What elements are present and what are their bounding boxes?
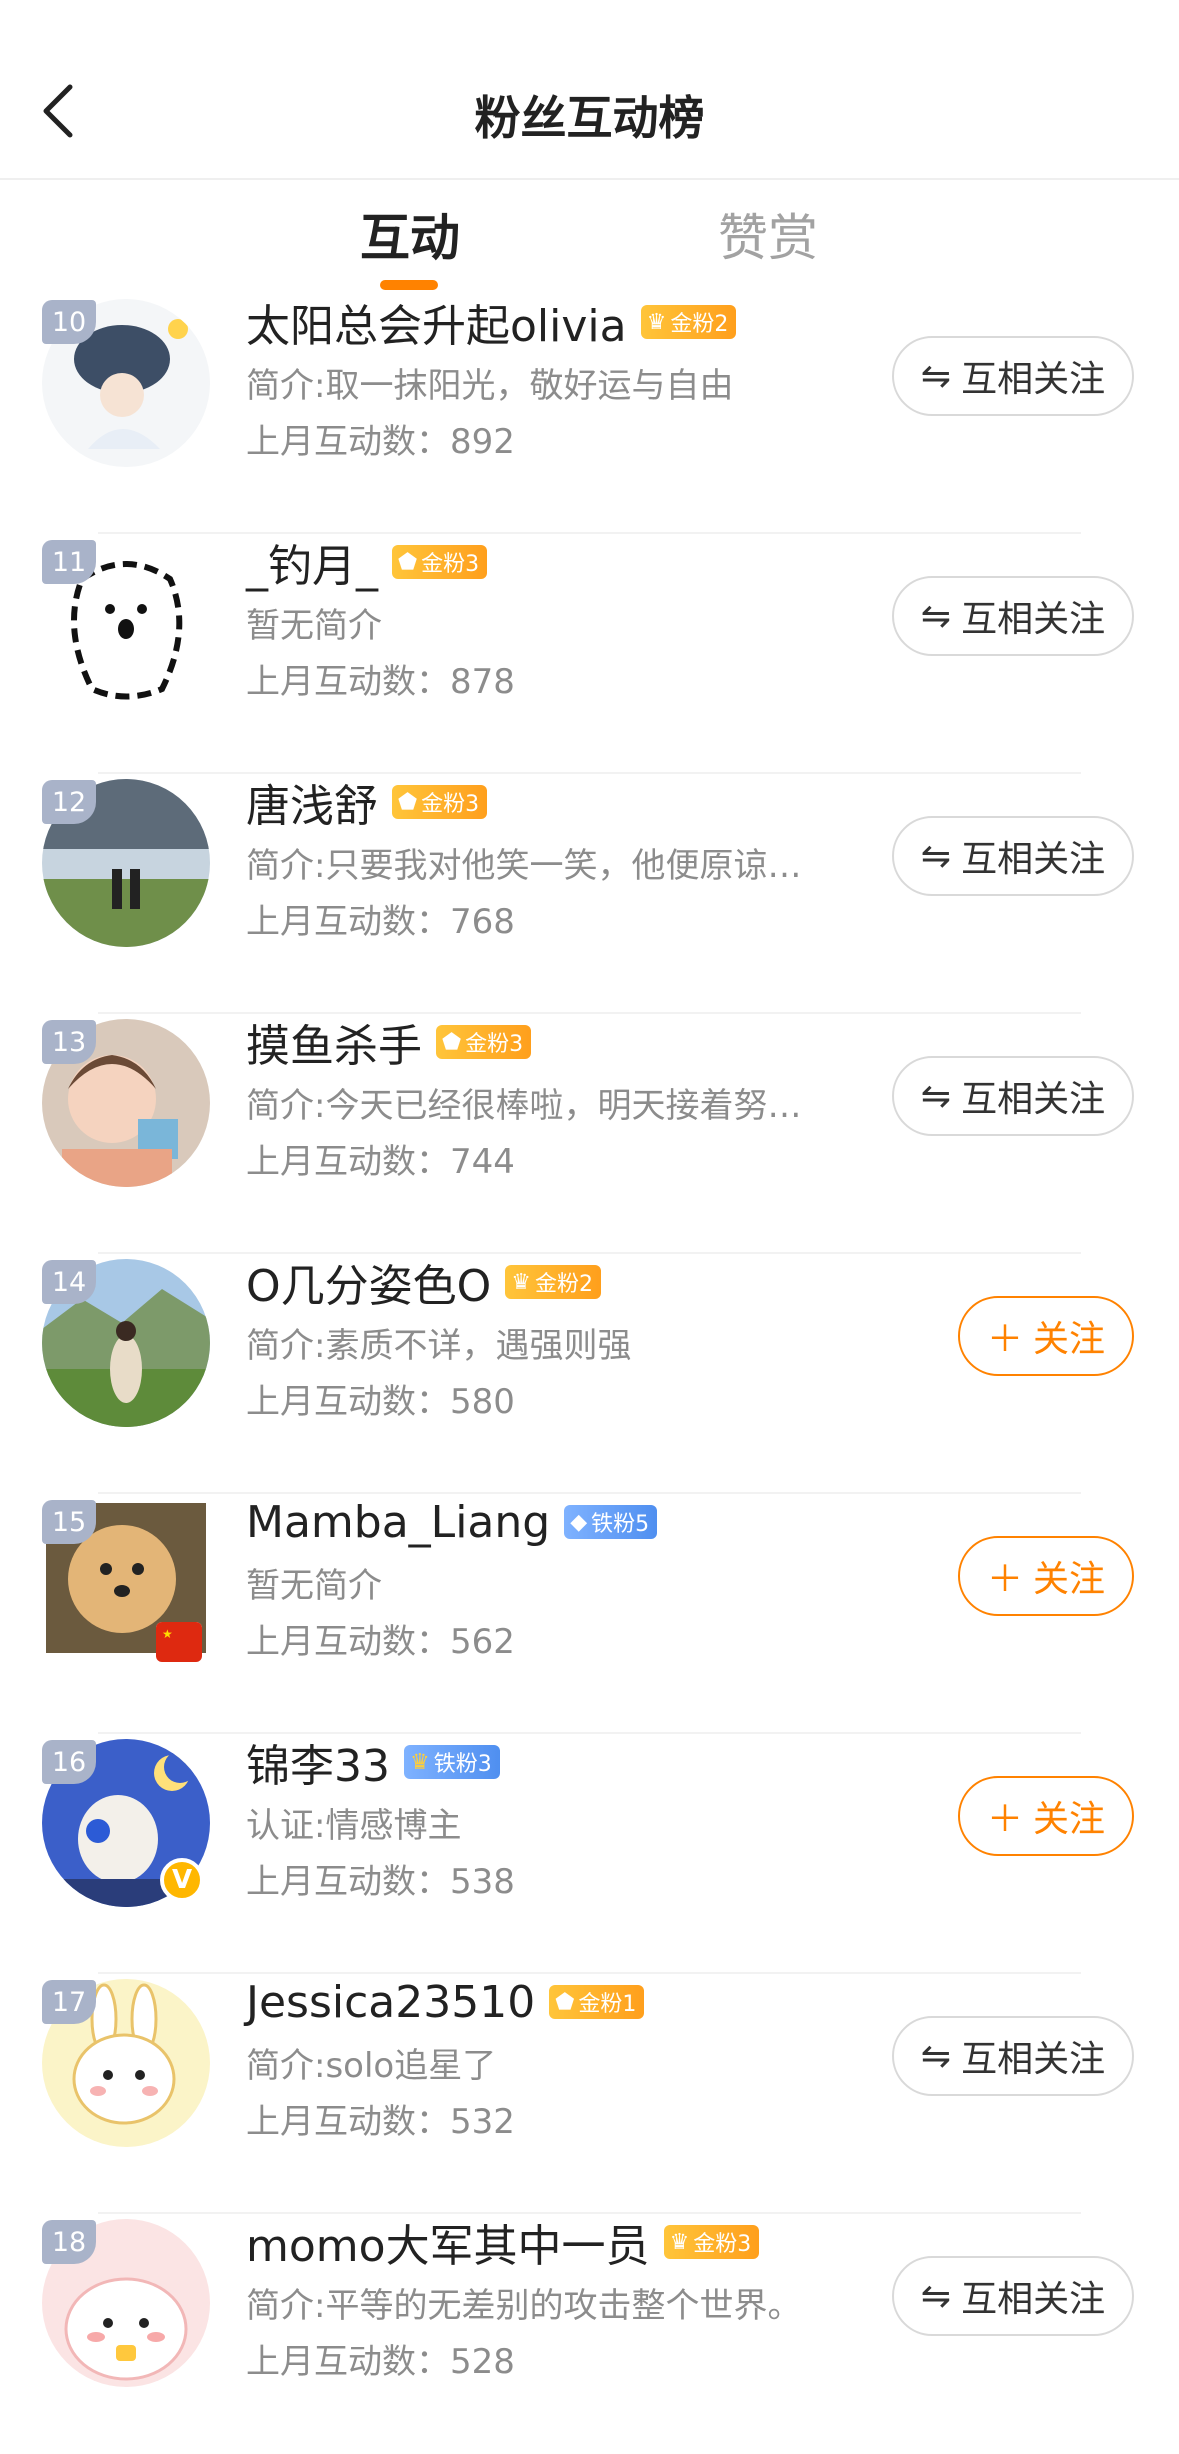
list-item[interactable]: 17 Jessica23510 ⬟ 金粉1 简介:solo追星了 上月互动数：5… [0, 1974, 1179, 2214]
fan-bio: 简介:平等的无差别的攻击整个世界。 [246, 2286, 802, 2326]
fan-name[interactable]: 太阳总会升起olivia [246, 290, 627, 354]
rank-badge: 17 [42, 1980, 96, 2024]
gem-icon: ⬟ [398, 549, 418, 575]
fan-name[interactable]: Mamba_Liang [246, 1497, 550, 1548]
active-tab-indicator [380, 280, 438, 290]
fan-bio: 认证:情感博主 [246, 1806, 462, 1846]
top-bar: 粉丝互动榜 [0, 0, 1179, 180]
rank-badge: 15 [42, 1500, 96, 1544]
interaction-count: 上月互动数：532 [246, 2102, 515, 2142]
fan-name[interactable]: 锦李33 [246, 1730, 390, 1794]
mutual-follow-button[interactable]: ⇋ 互相关注 [892, 1056, 1134, 1136]
fan-ranking-list: 10 太阳总会升起olivia ♛ 金粉2 简介:取一抹阳光，敬好运与自由 上月… [0, 294, 1179, 2454]
swap-arrows-icon: ⇋ [920, 2275, 952, 2317]
crown-icon: ♛ [410, 1749, 430, 1775]
rank-badge: 13 [42, 1020, 96, 1064]
mutual-follow-button[interactable]: ⇋ 互相关注 [892, 336, 1134, 416]
fan-bio: 简介:只要我对他笑一笑，他便原谅… [246, 846, 802, 886]
fan-name[interactable]: _钓月_ [246, 530, 378, 594]
rank-badge: 14 [42, 1260, 96, 1304]
crown-icon: ♛ [646, 309, 667, 335]
plus-icon: ＋ [986, 1319, 1023, 1360]
fan-level-badge[interactable]: ♛ 金粉2 [505, 1265, 601, 1299]
interaction-count: 上月互动数：538 [246, 1862, 515, 1902]
page-title: 粉丝互动榜 [474, 91, 705, 145]
interaction-count: 上月互动数：562 [246, 1622, 515, 1662]
fan-level-badge[interactable]: ♛ 金粉3 [663, 2225, 760, 2259]
follow-button[interactable]: ＋ 关注 [958, 1296, 1134, 1376]
crown-icon: ♛ [669, 2229, 690, 2255]
fan-bio: 简介:今天已经很棒啦，明天接着努… [246, 1086, 802, 1126]
fan-level-badge[interactable]: ♛ 金粉2 [640, 305, 737, 339]
verified-icon: V [160, 1858, 204, 1902]
fan-bio: 简介:取一抹阳光，敬好运与自由 [246, 366, 734, 406]
fan-name[interactable]: momo大军其中一员 [246, 2210, 650, 2274]
interaction-count: 上月互动数：768 [246, 902, 515, 942]
interaction-count: 上月互动数：580 [246, 1382, 515, 1422]
fan-level-badge[interactable]: ⬟ 金粉1 [549, 1985, 645, 2019]
rank-badge: 16 [42, 1740, 96, 1784]
fan-bio: 暂无简介 [246, 606, 382, 646]
rank-badge: 12 [42, 780, 96, 824]
follow-button[interactable]: ＋ 关注 [958, 1776, 1134, 1856]
tab-interaction[interactable]: 互动 [360, 198, 460, 270]
list-item[interactable]: ★ 15 Mamba_Liang ◆ 铁粉5 暂无简介 上月互动数：562 ＋ … [0, 1494, 1179, 1734]
fan-name[interactable]: O几分姿色O [246, 1250, 491, 1314]
fan-bio: 简介:素质不详，遇强则强 [246, 1326, 632, 1366]
interaction-count: 上月互动数：892 [246, 422, 515, 462]
rank-badge: 10 [42, 300, 96, 344]
fan-bio: 简介:solo追星了 [246, 2046, 497, 2086]
list-item[interactable]: 10 太阳总会升起olivia ♛ 金粉2 简介:取一抹阳光，敬好运与自由 上月… [0, 294, 1179, 534]
list-item[interactable]: V 16 锦李33 ♛ 铁粉3 认证:情感博主 上月互动数：538 ＋ 关注 [0, 1734, 1179, 1974]
list-item[interactable]: 13 摸鱼杀手 ⬟ 金粉3 简介:今天已经很棒啦，明天接着努… 上月互动数：74… [0, 1014, 1179, 1254]
crown-icon: ♛ [511, 1269, 531, 1295]
tab-appreciation[interactable]: 赞赏 [718, 198, 818, 270]
mutual-follow-button[interactable]: ⇋ 互相关注 [892, 2256, 1134, 2336]
interaction-count: 上月互动数：744 [246, 1142, 515, 1182]
list-item[interactable]: 18 momo大军其中一员 ♛ 金粉3 简介:平等的无差别的攻击整个世界。 上月… [0, 2214, 1179, 2454]
interaction-count: 上月互动数：528 [246, 2342, 515, 2382]
plus-icon: ＋ [986, 1559, 1023, 1600]
fan-bio: 暂无简介 [246, 1566, 382, 1606]
tab-bar: 互动 赞赏 [0, 180, 1179, 292]
gem-icon: ⬟ [442, 1029, 462, 1055]
swap-arrows-icon: ⇋ [920, 355, 952, 397]
follow-button[interactable]: ＋ 关注 [958, 1536, 1134, 1616]
list-item[interactable]: 14 O几分姿色O ♛ 金粉2 简介:素质不详，遇强则强 上月互动数：580 ＋… [0, 1254, 1179, 1494]
fan-name[interactable]: 唐浅舒 [246, 770, 378, 834]
fan-level-badge[interactable]: ♛ 铁粉3 [404, 1745, 500, 1779]
fan-name[interactable]: 摸鱼杀手 [246, 1010, 422, 1074]
interaction-count: 上月互动数：878 [246, 662, 515, 702]
swap-arrows-icon: ⇋ [920, 2035, 952, 2077]
gem-icon: ⬟ [555, 1989, 575, 2015]
diamond-icon: ◆ [570, 1509, 588, 1535]
mutual-follow-button[interactable]: ⇋ 互相关注 [892, 2016, 1134, 2096]
rank-badge: 18 [42, 2220, 96, 2264]
mutual-follow-button[interactable]: ⇋ 互相关注 [892, 576, 1134, 656]
fan-level-badge[interactable]: ⬟ 金粉3 [392, 785, 488, 819]
rank-badge: 11 [42, 540, 96, 584]
swap-arrows-icon: ⇋ [920, 1075, 952, 1117]
swap-arrows-icon: ⇋ [920, 595, 952, 637]
svg-text:★: ★ [162, 1627, 173, 1641]
list-item[interactable]: 12 唐浅舒 ⬟ 金粉3 简介:只要我对他笑一笑，他便原谅… 上月互动数：768… [0, 774, 1179, 1014]
fan-level-badge[interactable]: ◆ 铁粉5 [564, 1505, 658, 1539]
gem-icon: ⬟ [398, 789, 418, 815]
mutual-follow-button[interactable]: ⇋ 互相关注 [892, 816, 1134, 896]
swap-arrows-icon: ⇋ [920, 835, 952, 877]
fan-level-badge[interactable]: ⬟ 金粉3 [392, 545, 488, 579]
plus-icon: ＋ [986, 1799, 1023, 1840]
fan-name[interactable]: Jessica23510 [246, 1977, 535, 2028]
list-item[interactable]: 11 _钓月_ ⬟ 金粉3 暂无简介 上月互动数：878 ⇋ 互相关注 [0, 534, 1179, 774]
fan-level-badge[interactable]: ⬟ 金粉3 [436, 1025, 532, 1059]
flag-icon: ★ [156, 1622, 202, 1662]
